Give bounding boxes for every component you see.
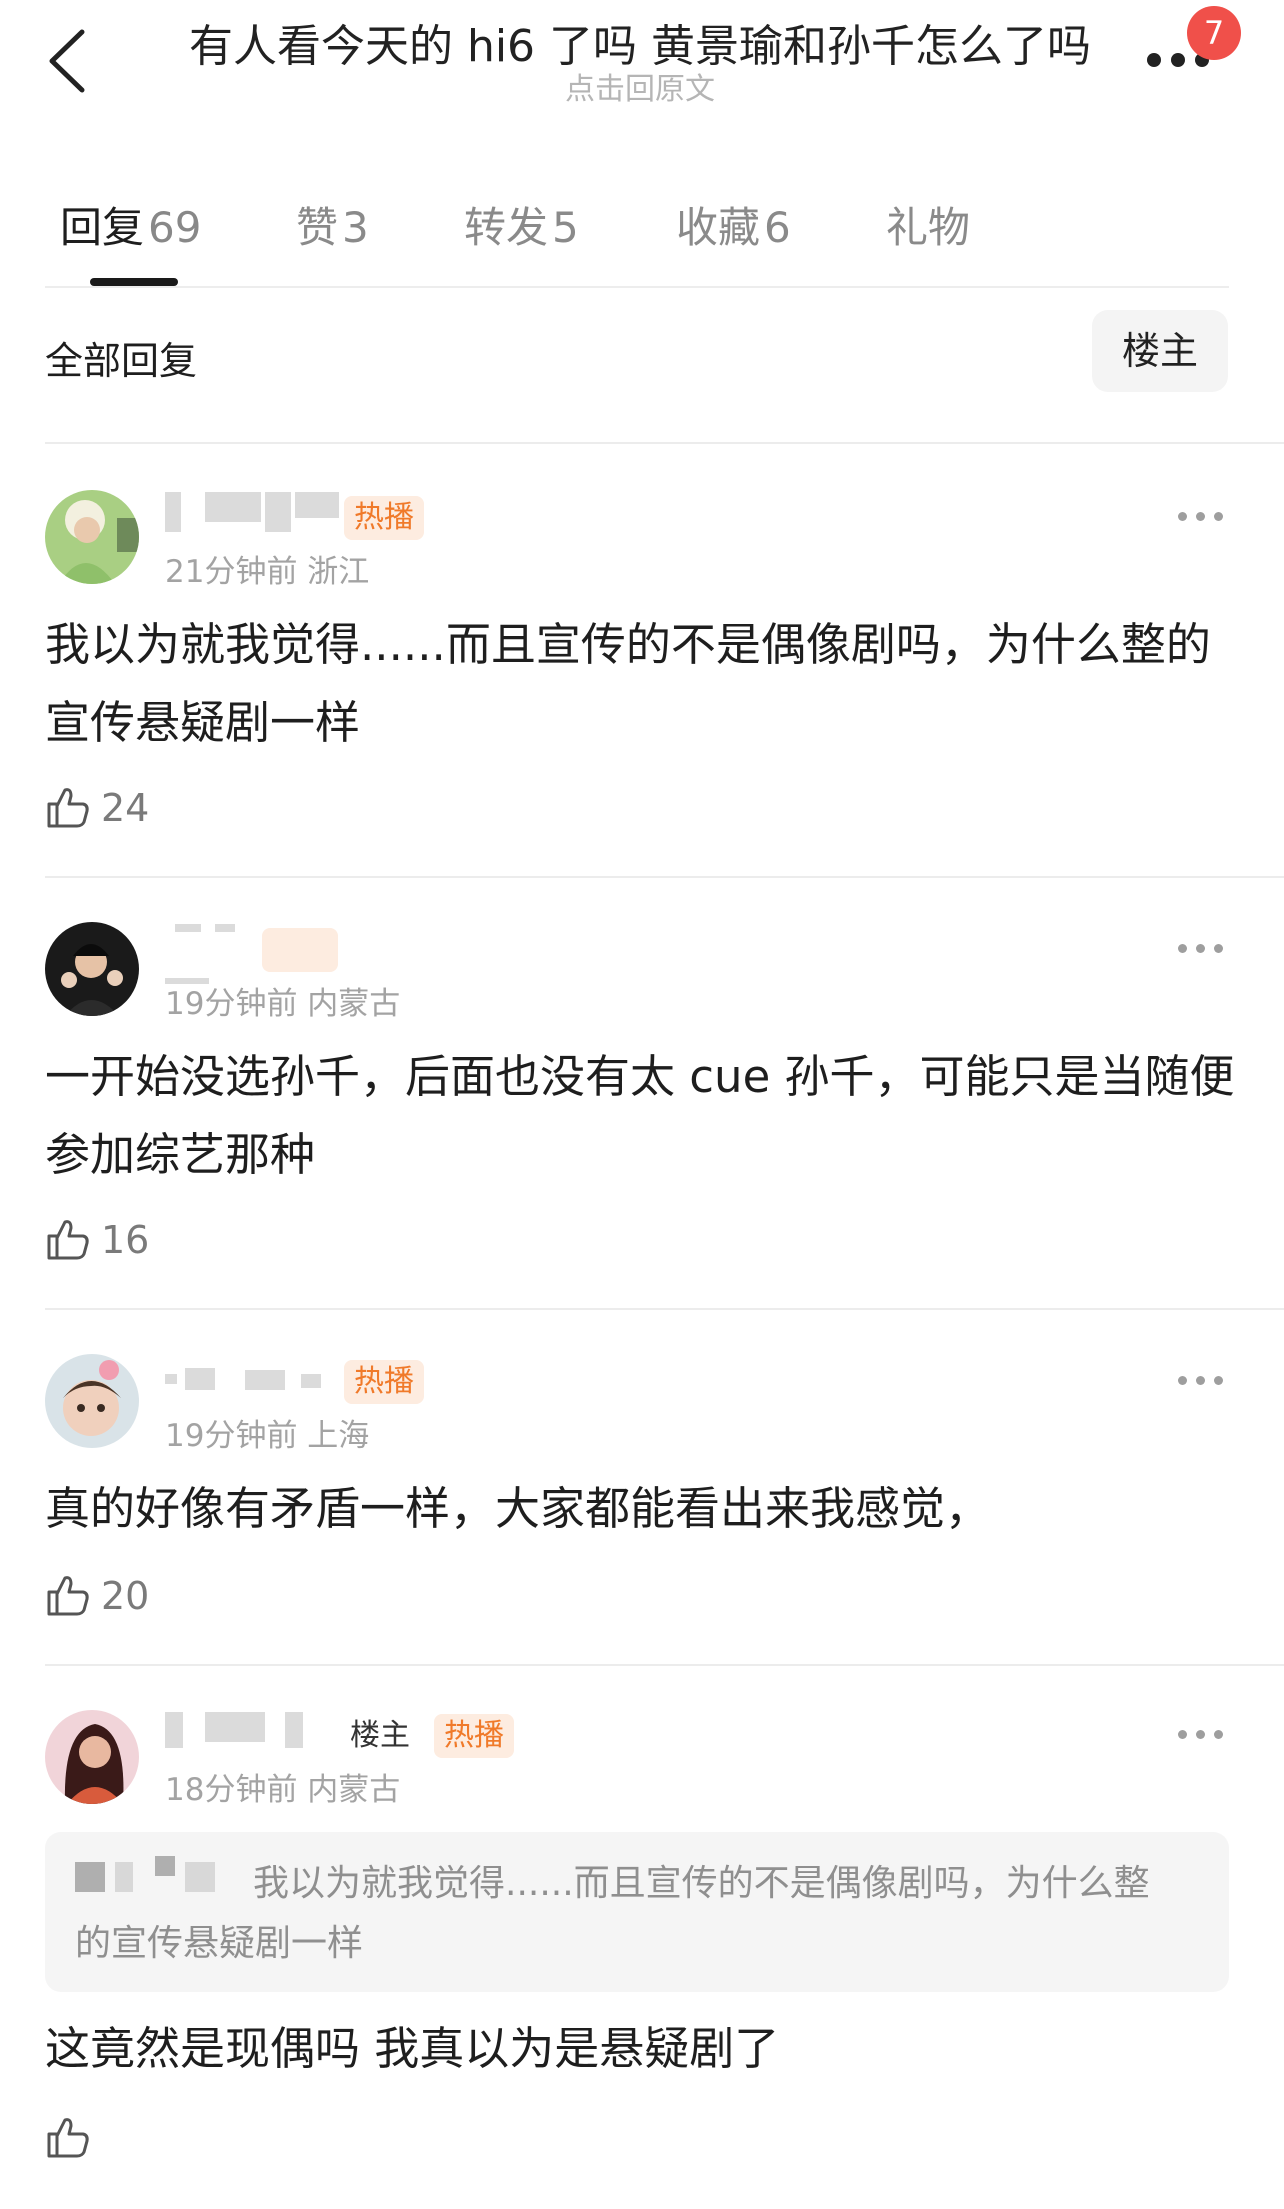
username-redacted[interactable]: [165, 1360, 345, 1400]
thumbs-up-icon: [47, 2118, 89, 2158]
avatar[interactable]: [45, 490, 139, 584]
tab-label: 转发: [464, 203, 549, 252]
notification-badge: 7: [1187, 6, 1241, 60]
avatar[interactable]: [45, 1354, 139, 1448]
comment-more-icon[interactable]: [1178, 938, 1228, 958]
divider: [45, 442, 1284, 444]
tab-label: 赞: [296, 203, 339, 252]
like-button[interactable]: [45, 2110, 105, 2164]
tab-count: 3: [342, 203, 369, 252]
divider: [45, 1308, 1284, 1310]
like-count: 16: [101, 1218, 150, 1262]
tab-gifts[interactable]: 礼物: [886, 194, 970, 255]
thumbs-up-icon: [47, 1576, 89, 1616]
thumbs-up-icon: [47, 1220, 89, 1260]
op-label: 楼主: [340, 1714, 420, 1758]
avatar[interactable]: [45, 922, 139, 1016]
back-chevron-icon[interactable]: [44, 26, 90, 96]
comment-text: 这竟然是现偶吗 我真以为是悬疑剧了: [45, 2022, 780, 2075]
like-button[interactable]: 20: [45, 1568, 195, 1622]
comment-text: 我以为就我觉得......而且宣传的不是偶像剧吗，为什么整的宣传悬疑剧一样: [45, 618, 1211, 749]
comment-more-icon[interactable]: [1178, 1370, 1228, 1390]
comment-text: 一开始没选孙千，后面也没有太 cue 孙千，可能只是当随便参加综艺那种: [45, 1050, 1235, 1181]
interaction-tabs: 回复69 赞3 转发5 收藏6 礼物: [0, 180, 1284, 290]
quoted-text: 我以为就我觉得......而且宣传的不是偶像剧吗，为什么整: [253, 1863, 1150, 1904]
comment-meta: 18分钟前 内蒙古: [165, 1772, 401, 1808]
comment-more-icon[interactable]: [1178, 1724, 1228, 1744]
back-to-post-link[interactable]: 点击回原文: [150, 64, 1130, 108]
divider: [45, 876, 1284, 878]
like-count: 24: [101, 786, 150, 830]
tab-likes[interactable]: 赞3: [296, 194, 369, 255]
trending-tag: 热播: [434, 1714, 514, 1758]
tab-replies[interactable]: 回复69: [60, 194, 201, 255]
comment-meta: 19分钟前 上海: [165, 1418, 370, 1454]
op-only-filter-button[interactable]: 楼主: [1092, 310, 1228, 392]
comment-meta: 21分钟前 浙江: [165, 554, 370, 590]
comment-meta: 19分钟前 内蒙古: [165, 986, 401, 1022]
quoted-reply[interactable]: 我以为就我觉得......而且宣传的不是偶像剧吗，为什么整 的宣传悬疑剧一样: [45, 1832, 1229, 1992]
tab-count: 6: [764, 203, 791, 252]
username-redacted[interactable]: [165, 1712, 345, 1752]
like-button[interactable]: 24: [45, 780, 195, 834]
avatar[interactable]: [45, 1710, 139, 1804]
trending-tag: [262, 928, 338, 972]
quoted-username-redacted: [75, 1856, 235, 1896]
top-bar: 有人看今天的 hi6 了吗 黄景瑜和孙千怎么了吗 点击回原文 7: [0, 0, 1284, 130]
tab-reposts[interactable]: 转发5: [464, 194, 579, 255]
like-button[interactable]: 16: [45, 1212, 195, 1266]
comment-text: 真的好像有矛盾一样，大家都能看出来我感觉，: [45, 1482, 991, 1535]
divider: [45, 286, 1229, 288]
tab-label: 回复: [60, 203, 145, 252]
tab-count: 69: [148, 203, 202, 252]
username-redacted[interactable]: [165, 492, 345, 532]
like-count: 20: [101, 1574, 150, 1618]
trending-tag: 热播: [344, 1360, 424, 1404]
tab-count: 5: [552, 203, 579, 252]
active-tab-indicator: [90, 278, 178, 286]
comment-more-icon[interactable]: [1178, 506, 1228, 526]
tab-label: 收藏: [676, 203, 761, 252]
thumbs-up-icon: [47, 788, 89, 828]
quoted-text-continued: 的宣传悬疑剧一样: [75, 1923, 364, 1964]
trending-tag: 热播: [344, 496, 424, 540]
tab-label: 礼物: [886, 203, 971, 252]
divider: [45, 1664, 1284, 1666]
all-replies-heading: 全部回复: [45, 339, 198, 383]
tab-favorites[interactable]: 收藏6: [676, 194, 791, 255]
